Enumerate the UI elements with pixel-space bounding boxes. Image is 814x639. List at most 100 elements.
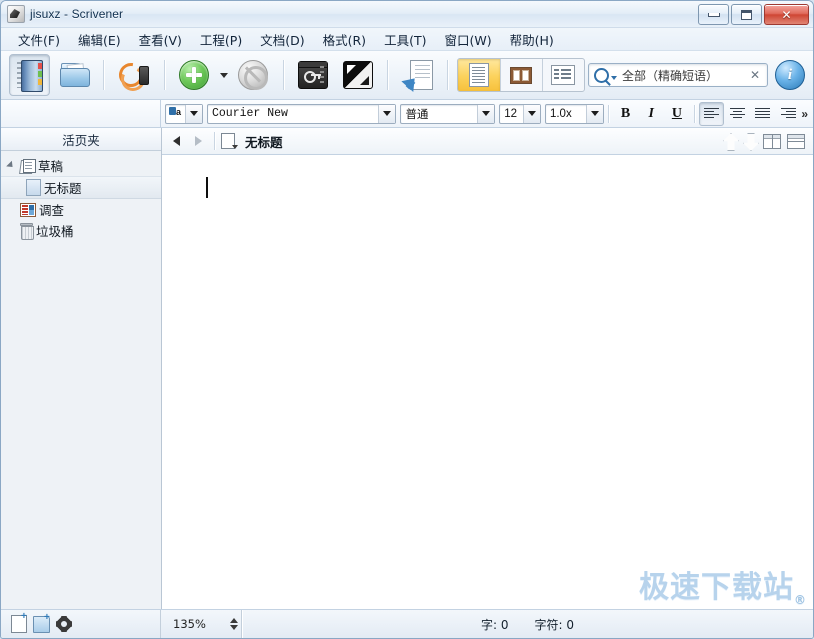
binder-item-research[interactable]: 调查 — [1, 199, 161, 220]
outliner-icon — [551, 65, 576, 85]
zoom-stepper[interactable] — [230, 618, 238, 630]
menu-tools[interactable]: 工具(T) — [375, 28, 435, 51]
toolbar-separator — [163, 60, 165, 90]
format-bar: a Courier New 普通 12 1.0x B I U » — [1, 100, 813, 128]
search-input[interactable]: 全部（精确短语） ✕ — [588, 63, 768, 87]
minimize-button[interactable] — [698, 4, 729, 25]
binder-item-label: 无标题 — [44, 181, 82, 196]
import-document-button[interactable] — [397, 54, 438, 96]
no-style-button[interactable] — [233, 54, 274, 96]
window-title: jisuxz - Scrivener — [30, 7, 124, 21]
italic-button[interactable]: I — [638, 102, 664, 126]
view-outliner-button[interactable] — [543, 59, 584, 91]
search-clear-button[interactable]: ✕ — [748, 68, 762, 82]
toolbar-separator — [387, 60, 389, 90]
arrow-up-icon — [723, 133, 739, 151]
word-count-area: 字: 0 字符: 0 — [242, 616, 813, 633]
bold-button[interactable]: B — [613, 102, 639, 126]
full-screen-button[interactable] — [337, 54, 378, 96]
menu-document[interactable]: 文档(D) — [251, 28, 313, 51]
go-up-button[interactable] — [723, 133, 739, 151]
chevron-down-icon — [219, 72, 228, 78]
inspector-button[interactable]: i — [775, 60, 805, 90]
format-separator — [607, 104, 609, 123]
font-family-dropdown-arrow[interactable] — [378, 104, 396, 123]
menu-window[interactable]: 窗口(W) — [435, 28, 500, 51]
font-size-select[interactable]: 12 — [499, 103, 541, 124]
keywords-button[interactable] — [293, 54, 334, 96]
binder-item-label: 垃圾桶 — [36, 224, 74, 239]
scrivener-window: jisuxz - Scrivener ✕ 文件(F) 编辑(E) 查看(V) 工… — [0, 0, 814, 639]
toolbar-right-group: 全部（精确短语） ✕ i — [588, 60, 805, 90]
new-folder-button[interactable]: + — [33, 612, 50, 633]
binder-tree: 草稿 无标题 调查 垃圾桶 — [1, 151, 161, 609]
menu-edit[interactable]: 编辑(E) — [69, 28, 130, 51]
font-size-value: 12 — [504, 107, 517, 120]
close-button[interactable]: ✕ — [764, 4, 809, 25]
binder-item-untitled[interactable]: 无标题 — [1, 176, 161, 199]
menu-help[interactable]: 帮助(H) — [501, 28, 563, 51]
editor-forward-button[interactable] — [188, 131, 208, 151]
sync-button[interactable] — [113, 54, 154, 96]
editor-back-button[interactable] — [166, 131, 186, 151]
align-right-button[interactable] — [776, 102, 802, 126]
split-vertical-button[interactable] — [763, 133, 781, 149]
align-justify-button[interactable] — [750, 102, 776, 126]
status-left-group: + + — [1, 610, 161, 638]
document-view-icon — [469, 63, 490, 87]
editor-header-separator — [214, 132, 215, 150]
stepper-up-icon[interactable] — [230, 618, 238, 623]
document-dropdown-icon[interactable] — [221, 133, 238, 149]
toolbar-separator — [103, 60, 105, 90]
trash-icon — [20, 223, 34, 240]
view-corkboard-button[interactable] — [501, 59, 543, 91]
binder-item-trash[interactable]: 垃圾桶 — [1, 220, 161, 241]
collections-button[interactable] — [53, 54, 94, 96]
align-justify-icon — [755, 107, 771, 120]
line-spacing-dropdown-arrow[interactable] — [585, 104, 603, 123]
font-size-dropdown-arrow[interactable] — [522, 104, 540, 123]
settings-button[interactable] — [56, 616, 72, 632]
ban-icon — [238, 60, 269, 90]
menu-view[interactable]: 查看(V) — [130, 28, 191, 51]
binder-toggle-button[interactable] — [9, 54, 51, 96]
menu-file[interactable]: 文件(F) — [9, 28, 69, 51]
align-center-icon — [729, 107, 745, 120]
zoom-control[interactable]: 135% — [173, 615, 241, 633]
maximize-icon — [741, 9, 752, 20]
font-family-value: Courier New — [212, 107, 288, 120]
editor-text-area[interactable]: 极速下载站® — [162, 155, 813, 609]
draft-stack-icon — [19, 158, 36, 174]
add-dropdown-button[interactable] — [218, 55, 230, 95]
style-dropdown-arrow[interactable] — [185, 104, 202, 123]
split-horizontal-button[interactable] — [787, 133, 805, 149]
binder-item-draft[interactable]: 草稿 — [1, 155, 161, 176]
menu-format[interactable]: 格式(R) — [314, 28, 375, 51]
binder-item-label: 调查 — [39, 203, 65, 218]
stepper-down-icon[interactable] — [230, 625, 238, 630]
scrivener-icon — [7, 5, 25, 23]
status-bar: + + 135% 字: 0 字符: 0 — [1, 609, 813, 638]
notebook-icon — [16, 60, 43, 92]
editor-panel: 无标题 极速下载站® — [162, 128, 813, 609]
sync-arrows-icon — [114, 58, 150, 95]
view-document-button[interactable] — [458, 59, 501, 91]
paragraph-style-select[interactable]: 普通 — [400, 103, 496, 124]
menu-bar: 文件(F) 编辑(E) 查看(V) 工程(P) 文档(D) 格式(R) 工具(T… — [1, 28, 813, 51]
go-down-button[interactable] — [743, 133, 759, 151]
line-spacing-select[interactable]: 1.0x — [544, 103, 604, 124]
menu-project[interactable]: 工程(P) — [191, 28, 251, 51]
expand-triangle-icon[interactable] — [5, 160, 17, 170]
new-document-button[interactable]: + — [11, 612, 27, 633]
align-left-button[interactable] — [698, 101, 725, 126]
format-overflow-button[interactable]: » — [801, 107, 808, 121]
research-icon — [20, 202, 36, 217]
font-family-select[interactable]: Courier New — [207, 103, 397, 124]
maximize-button[interactable] — [731, 4, 762, 25]
paragraph-style-dropdown-arrow[interactable] — [477, 104, 495, 123]
underline-button[interactable]: U — [664, 102, 690, 126]
title-bar: jisuxz - Scrivener ✕ — [1, 1, 813, 28]
add-button[interactable] — [174, 54, 215, 96]
align-center-button[interactable] — [724, 102, 750, 126]
paragraph-style-button[interactable]: a — [165, 103, 203, 124]
